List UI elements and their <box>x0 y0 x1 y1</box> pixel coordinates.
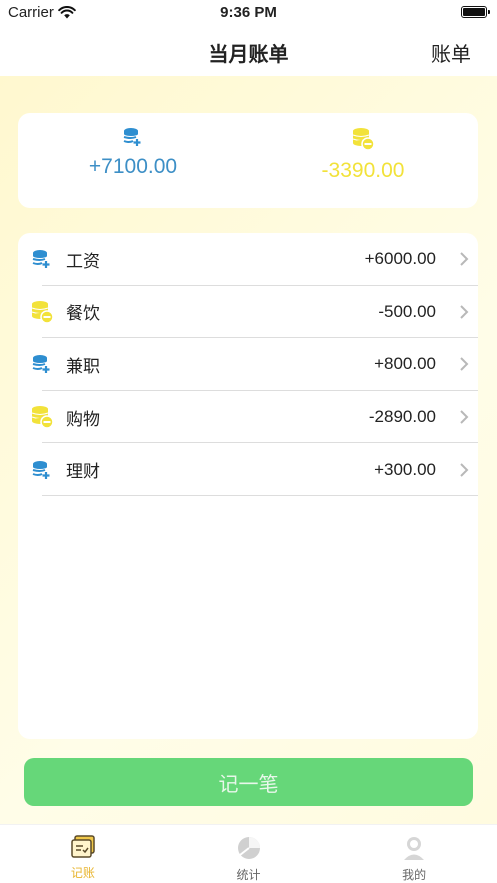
divider <box>42 494 478 496</box>
tab-label: 我的 <box>402 868 427 882</box>
chevron-right-icon <box>460 305 469 319</box>
chevron-right-icon <box>460 462 469 477</box>
coin-stack-plus-icon <box>32 250 50 269</box>
income-summary: +7100.00 <box>18 113 248 208</box>
list-item[interactable]: 餐饮 -500.00 <box>18 286 478 339</box>
item-amount: +6000.00 <box>364 249 436 269</box>
income-total: +7100.00 <box>88 155 178 178</box>
bill-list: 工资 +6000.00 餐饮 -500.00 兼职 +800.00 购物 -28… <box>18 233 478 739</box>
item-amount: -500.00 <box>378 301 436 321</box>
expense-summary: -3390.00 <box>248 113 478 208</box>
list-item[interactable]: 购物 -2890.00 <box>18 391 478 444</box>
chevron-right-icon <box>460 410 469 424</box>
list-item[interactable]: 兼职 +800.00 <box>18 338 478 391</box>
item-label: 兼职 <box>66 356 100 376</box>
list-item[interactable]: 理财 +300.00 <box>18 443 478 496</box>
coin-stack-plus-icon <box>32 355 50 374</box>
tab-label: 统计 <box>236 868 261 882</box>
battery-icon <box>461 6 490 18</box>
item-amount: +300.00 <box>374 459 436 479</box>
profile-icon <box>404 837 425 860</box>
item-label: 理财 <box>66 462 100 482</box>
main-content: +7100.00 -3390.00 工资 +6000.00 餐饮 -500.00… <box>0 76 497 824</box>
item-label: 工资 <box>66 251 100 271</box>
item-label: 购物 <box>66 409 100 429</box>
expense-total: -3390.00 <box>321 159 405 182</box>
tab-ledger[interactable]: 记账 <box>0 825 166 883</box>
tab-stats[interactable]: 统计 <box>166 825 332 883</box>
list-item[interactable]: 工资 +6000.00 <box>18 233 478 286</box>
tab-mine[interactable]: 我的 <box>331 825 497 883</box>
bill-nav-button[interactable]: 账单 <box>431 38 471 67</box>
chevron-right-icon <box>460 357 469 372</box>
coin-stack-minus-icon <box>352 128 375 151</box>
coin-stack-minus-icon <box>31 300 54 324</box>
page-title: 当月账单 <box>208 44 289 66</box>
tab-label: 记账 <box>70 866 95 880</box>
navigation-bar: 当月账单 账单 <box>0 26 497 76</box>
tab-bar: 记账 统计 我的 <box>0 824 497 883</box>
item-label: 餐饮 <box>66 304 100 324</box>
status-time: 9:36 PM <box>220 4 277 21</box>
chevron-right-icon <box>460 252 469 267</box>
record-entry-button[interactable]: 记一笔 <box>24 758 473 806</box>
coin-stack-plus-icon <box>123 128 141 146</box>
ledger-icon <box>71 835 95 858</box>
monthly-summary-card: +7100.00 -3390.00 <box>18 113 478 208</box>
item-amount: +800.00 <box>374 354 436 374</box>
coin-stack-plus-icon <box>32 460 50 479</box>
item-amount: -2890.00 <box>368 407 436 427</box>
chart-icon <box>237 837 260 859</box>
coin-stack-minus-icon <box>31 406 54 429</box>
status-bar: Carrier 9:36 PM <box>0 0 497 26</box>
